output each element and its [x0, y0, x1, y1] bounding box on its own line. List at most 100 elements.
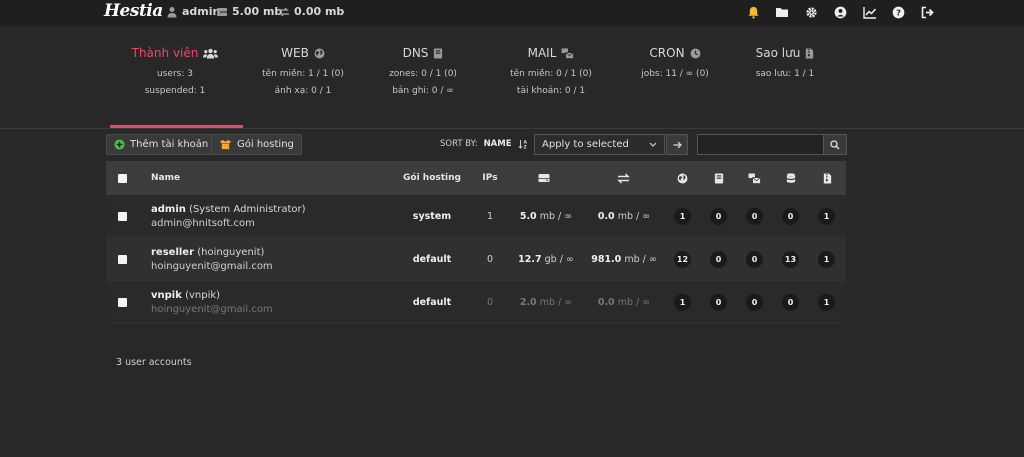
exchange-icon	[279, 7, 289, 16]
header-bandwidth[interactable]	[617, 161, 630, 195]
header-mail[interactable]	[748, 161, 761, 195]
header-database[interactable]	[786, 161, 796, 195]
sort-alpha-icon: AZ	[517, 140, 527, 149]
top-disk: 5.00 mb	[216, 5, 282, 18]
row-checkbox[interactable]	[118, 297, 127, 307]
stats-panels: Thành viên users: 3 suspended: 1 WEB tên…	[110, 44, 850, 124]
panel-stat: tên miền: 0 / 1 (0)	[510, 69, 592, 79]
packages-button[interactable]: Gói hosting	[211, 134, 302, 155]
bell-icon[interactable]	[745, 4, 762, 21]
top-bandwidth: 0.00 mb	[278, 5, 344, 18]
user-count-summary: 3 user accounts	[116, 357, 192, 368]
web-count-badge: 1	[674, 293, 691, 311]
email: hoinguyenit@gmail.com	[151, 260, 273, 272]
search-icon	[830, 139, 840, 150]
sort-by-control[interactable]: SORT BY: NAME AZ	[440, 139, 528, 149]
email: hoinguyenit@gmail.com	[151, 303, 273, 315]
panel-stat: suspended: 1	[144, 86, 206, 96]
panel-title: WEB	[281, 46, 309, 60]
header-web[interactable]	[677, 161, 688, 195]
packages-label: Gói hosting	[237, 139, 294, 150]
panel-web[interactable]: WEB tên miền: 1 / 1 (0) ánh xạ: 0 / 1	[238, 44, 368, 96]
hestia-logo[interactable]: Hestia	[104, 1, 163, 21]
svg-text:?: ?	[896, 8, 901, 18]
username-link[interactable]: admin	[151, 204, 186, 215]
ip-count: 1	[486, 210, 494, 222]
arrow-right-icon	[673, 141, 682, 148]
globe-icon	[677, 173, 688, 183]
panel-mail[interactable]: MAIL tên miền: 0 / 1 (0) tài khoản: 0 / …	[486, 44, 616, 96]
table-row[interactable]: vnpik (vnpik) hoinguyenit@gmail.com defa…	[106, 281, 846, 324]
plus-circle-icon	[114, 139, 125, 150]
header-dns[interactable]	[714, 161, 724, 195]
add-user-button[interactable]: Thêm tài khoản	[106, 134, 217, 155]
chevron-down-icon	[649, 142, 657, 147]
username-link[interactable]: vnpik	[151, 290, 182, 301]
panel-title: Thành viên	[131, 46, 199, 60]
header-name[interactable]: Name	[151, 161, 180, 195]
username-link[interactable]: reseller	[151, 247, 194, 258]
panel-stat: users: 3	[157, 69, 193, 79]
panel-users[interactable]: Thành viên users: 3 suspended: 1	[110, 44, 240, 96]
select-all-checkbox[interactable]	[118, 173, 127, 183]
apply-button[interactable]	[666, 134, 688, 155]
package-name: default	[412, 253, 452, 265]
add-user-label: Thêm tài khoản	[130, 139, 209, 150]
hdd-icon	[538, 174, 550, 182]
ip-count: 0	[486, 296, 494, 308]
db-count-badge: 0	[782, 293, 799, 311]
full-name: (hoinguyenit)	[197, 246, 265, 258]
top-icons: ?	[745, 4, 936, 21]
clock-icon	[690, 48, 701, 58]
package-name: default	[412, 296, 452, 308]
dns-count-badge: 0	[710, 250, 727, 268]
table-row[interactable]: admin (System Administrator) admin@hnits…	[106, 195, 846, 238]
panel-stat: tên miền: 1 / 1 (0)	[262, 69, 344, 79]
bulk-action-select[interactable]: Apply to selected	[534, 134, 665, 155]
backup-count-badge: 1	[818, 207, 835, 225]
panel-title: CRON	[649, 46, 685, 60]
bandwidth-usage: 0.0 mb / ∞	[597, 210, 651, 222]
question-circle-icon[interactable]: ?	[890, 4, 907, 21]
search-button[interactable]	[823, 134, 847, 155]
panel-backup[interactable]: Sao lưu sao lưu: 1 / 1	[720, 44, 850, 79]
panel-title: DNS	[402, 46, 429, 60]
panel-stat: sao lưu: 1 / 1	[755, 69, 815, 79]
folder-icon[interactable]	[774, 4, 791, 21]
full-name: (vnpik)	[185, 289, 221, 301]
header-backup[interactable]	[823, 161, 832, 195]
book-icon	[434, 47, 443, 59]
db-count-badge: 13	[782, 250, 799, 268]
ip-count: 0	[486, 253, 494, 265]
db-count-badge: 0	[782, 207, 799, 225]
header-ips[interactable]: IPs	[476, 161, 504, 195]
header-disk[interactable]	[538, 161, 550, 195]
panel-title: Sao lưu	[755, 46, 801, 60]
chart-line-icon[interactable]	[861, 4, 878, 21]
web-count-badge: 12	[674, 250, 691, 268]
panel-stat: zones: 0 / 1 (0)	[389, 69, 457, 79]
user-circle-icon[interactable]	[832, 4, 849, 21]
sort-by-label: SORT BY:	[440, 139, 478, 149]
top-bandwidth-value: 0.00 mb	[294, 5, 345, 18]
database-icon	[786, 172, 796, 183]
logout-icon[interactable]	[919, 4, 936, 21]
full-name: (System Administrator)	[189, 203, 306, 215]
header-package[interactable]: Gói hosting	[396, 161, 468, 195]
top-username: admin	[182, 5, 221, 18]
package-name: system	[412, 210, 452, 222]
table-row[interactable]: reseller (hoinguyenit) hoinguyenit@gmail…	[106, 238, 846, 281]
top-disk-value: 5.00 mb	[232, 5, 283, 18]
row-checkbox[interactable]	[118, 211, 127, 221]
book-icon	[714, 172, 724, 184]
panel-stat: bản ghi: 0 / ∞	[392, 86, 454, 96]
top-bar: Hestia admin 5.00 mb 0.00 mb ?	[0, 0, 1024, 26]
dns-count-badge: 0	[710, 293, 727, 311]
panel-dns[interactable]: DNS zones: 0 / 1 (0) bản ghi: 0 / ∞	[358, 44, 488, 96]
gear-icon[interactable]	[803, 4, 820, 21]
top-user[interactable]: admin	[166, 5, 220, 18]
disk-usage: 5.0 mb / ∞	[519, 210, 573, 222]
row-checkbox[interactable]	[118, 254, 127, 264]
mail-count-badge: 0	[746, 293, 763, 311]
search-input[interactable]	[697, 134, 824, 155]
